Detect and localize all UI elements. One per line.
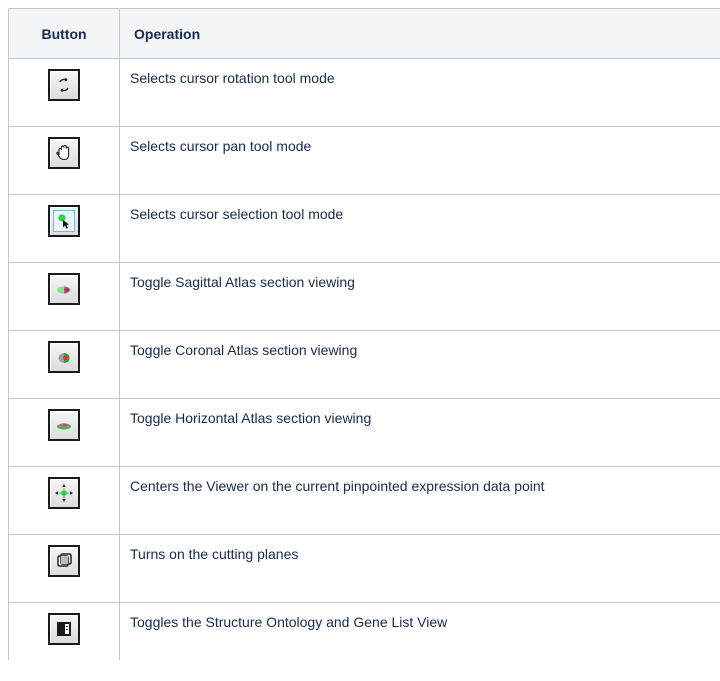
table-row: Toggle Horizontal Atlas section viewing <box>8 398 720 467</box>
button-cell <box>8 602 120 660</box>
horizontal-atlas-icon <box>57 423 71 430</box>
operation-text: Toggles the Structure Ontology and Gene … <box>119 602 720 660</box>
table-row: Selects cursor pan tool mode <box>8 126 720 195</box>
table-header-row: Button Operation <box>8 8 720 59</box>
ontology-view-button[interactable] <box>48 613 80 645</box>
center-viewer-button[interactable] <box>48 477 80 509</box>
sagittal-atlas-button[interactable] <box>48 273 80 305</box>
table-row: Toggle Sagittal Atlas section viewing <box>8 262 720 331</box>
coronal-atlas-icon <box>58 353 70 363</box>
operation-text: Toggle Horizontal Atlas section viewing <box>119 398 720 467</box>
button-cell <box>8 534 120 603</box>
table-row: Centers the Viewer on the current pinpoi… <box>8 466 720 535</box>
operation-text: Selects cursor rotation tool mode <box>119 58 720 127</box>
button-cell <box>8 398 120 467</box>
rotate-tool-button[interactable] <box>48 69 80 101</box>
table-row: Selects cursor selection tool mode <box>8 194 720 263</box>
operation-text: Turns on the cutting planes <box>119 534 720 603</box>
hand-pan-icon <box>56 144 70 161</box>
center-target-icon <box>55 484 73 502</box>
selection-tool-button[interactable] <box>48 205 80 237</box>
table-row: Toggle Coronal Atlas section viewing <box>8 330 720 399</box>
button-cell <box>8 330 120 399</box>
cutting-planes-icon <box>57 553 72 567</box>
button-cell <box>8 466 120 535</box>
operation-text: Toggle Sagittal Atlas section viewing <box>119 262 720 331</box>
operation-text: Selects cursor pan tool mode <box>119 126 720 195</box>
table-row: Toggles the Structure Ontology and Gene … <box>8 602 720 660</box>
button-column-header: Button <box>8 8 120 59</box>
table-row: Turns on the cutting planes <box>8 534 720 603</box>
operation-text: Selects cursor selection tool mode <box>119 194 720 263</box>
selection-cursor-icon <box>53 210 75 232</box>
sagittal-atlas-icon <box>57 286 71 294</box>
ontology-panel-icon <box>57 622 71 636</box>
operation-text: Centers the Viewer on the current pinpoi… <box>119 466 720 535</box>
button-cell <box>8 262 120 331</box>
pan-tool-button[interactable] <box>48 137 80 169</box>
button-cell <box>8 194 120 263</box>
operation-column-header: Operation <box>119 8 720 59</box>
button-operation-table: Button Operation Selects cursor rotation… <box>8 8 720 660</box>
button-cell <box>8 126 120 195</box>
rotate-icon <box>59 77 69 93</box>
operation-text: Toggle Coronal Atlas section viewing <box>119 330 720 399</box>
cutting-planes-button[interactable] <box>48 545 80 577</box>
table-row: Selects cursor rotation tool mode <box>8 58 720 127</box>
horizontal-atlas-button[interactable] <box>48 409 80 441</box>
button-cell <box>8 58 120 127</box>
coronal-atlas-button[interactable] <box>48 341 80 373</box>
